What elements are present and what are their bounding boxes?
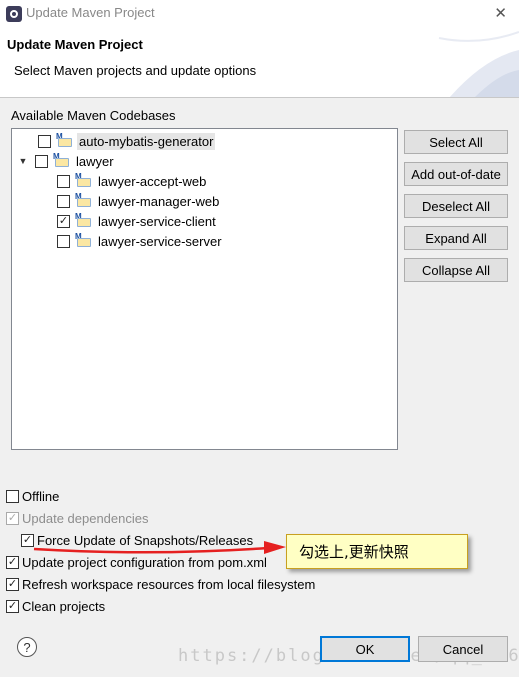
expand-chevron-icon[interactable]: ▼ xyxy=(18,156,28,166)
tree-item-checkbox[interactable] xyxy=(57,194,70,208)
expand-all-button[interactable]: Expand All xyxy=(404,226,508,250)
help-icon[interactable]: ? xyxy=(17,637,37,657)
dialog-title: Update Maven Project xyxy=(7,37,143,52)
annotation-arrow xyxy=(33,541,286,554)
title-bar: Update Maven Project ✕ xyxy=(0,0,519,28)
maven-project-icon: M xyxy=(53,153,70,168)
select-all-button[interactable]: Select All xyxy=(404,130,508,154)
tree-item-lawyer[interactable]: ▼ M lawyer xyxy=(18,151,116,171)
header-banner-graphic xyxy=(438,31,519,97)
tree-item-lawyer-manager-web[interactable]: M lawyer-manager-web xyxy=(57,191,221,211)
clean-projects-checkbox[interactable]: ✓ xyxy=(6,600,19,613)
maven-project-icon: M xyxy=(75,233,92,248)
tree-item-label: lawyer-accept-web xyxy=(98,173,207,189)
tree-item-lawyer-service-server[interactable]: M lawyer-service-server xyxy=(57,231,224,251)
update-dependencies-checkbox: ✓ xyxy=(6,512,19,525)
close-icon[interactable]: ✕ xyxy=(494,4,507,22)
tree-item-lawyer-service-client[interactable]: ✓ M lawyer-service-client xyxy=(57,211,218,231)
tree-item-label: lawyer-manager-web xyxy=(98,193,220,209)
maven-project-icon: M xyxy=(75,213,92,228)
annotation-note: 勾选上,更新快照 xyxy=(286,534,468,569)
add-out-of-date-button[interactable]: Add out-of-date xyxy=(404,162,508,186)
window-title: Update Maven Project xyxy=(26,5,155,20)
clean-projects-option[interactable]: ✓ Clean projects xyxy=(6,599,105,614)
tree-item-label: auto-mybatis-generator xyxy=(77,132,216,150)
clean-projects-label: Clean projects xyxy=(22,599,106,614)
refresh-workspace-checkbox[interactable]: ✓ xyxy=(6,578,19,591)
cancel-button[interactable]: Cancel xyxy=(418,636,508,662)
refresh-workspace-label: Refresh workspace resources from local f… xyxy=(22,577,316,592)
dialog-header: Update Maven Project Select Maven projec… xyxy=(0,28,519,98)
tree-item-label: lawyer-service-client xyxy=(98,213,216,229)
tree-item-checkbox[interactable] xyxy=(57,234,70,248)
deselect-all-button[interactable]: Deselect All xyxy=(404,194,508,218)
offline-checkbox[interactable] xyxy=(6,490,19,503)
tree-item-auto-mybatis-generator[interactable]: M auto-mybatis-generator xyxy=(38,131,216,151)
maven-project-icon: M xyxy=(56,133,73,148)
offline-label: Offline xyxy=(22,489,60,504)
refresh-workspace-option[interactable]: ✓ Refresh workspace resources from local… xyxy=(6,577,315,592)
eclipse-app-icon xyxy=(6,6,22,22)
maven-project-icon: M xyxy=(75,173,92,188)
codebases-tree[interactable]: M auto-mybatis-generator ▼ M lawyer M la… xyxy=(11,128,398,450)
offline-option[interactable]: Offline xyxy=(6,489,59,504)
tree-item-checkbox[interactable] xyxy=(38,134,51,148)
tree-item-checkbox[interactable] xyxy=(35,154,48,168)
codebases-label: Available Maven Codebases xyxy=(11,108,176,123)
dialog-subtitle: Select Maven projects and update options xyxy=(14,63,257,78)
tree-item-lawyer-accept-web[interactable]: M lawyer-accept-web xyxy=(57,171,208,191)
update-dependencies-label: Update dependencies xyxy=(22,511,149,526)
tree-item-label: lawyer xyxy=(76,153,114,169)
maven-project-icon: M xyxy=(75,193,92,208)
ok-button[interactable]: OK xyxy=(320,636,410,662)
tree-item-checkbox[interactable] xyxy=(57,174,70,188)
tree-item-checkbox[interactable]: ✓ xyxy=(57,214,70,228)
tree-item-label: lawyer-service-server xyxy=(98,233,222,249)
update-dependencies-option: ✓ Update dependencies xyxy=(6,511,149,526)
update-config-checkbox[interactable]: ✓ xyxy=(6,556,19,569)
collapse-all-button[interactable]: Collapse All xyxy=(404,258,508,282)
